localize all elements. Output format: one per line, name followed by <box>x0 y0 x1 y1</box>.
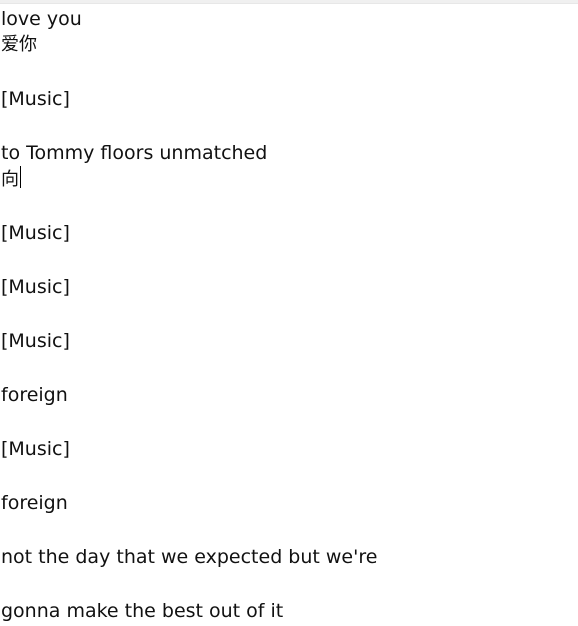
text-line: foreign <box>1 492 68 514</box>
text-line: [Music] <box>1 438 70 460</box>
text-line: [Music] <box>1 330 70 352</box>
text-line: not the day that we expected but we're <box>1 546 378 568</box>
text-line-active[interactable]: 向 <box>1 166 21 192</box>
text-line: 爱你 <box>1 34 37 55</box>
text-line: [Music] <box>1 276 70 298</box>
text-line: [Music] <box>1 88 70 110</box>
text-line: love you <box>1 8 82 30</box>
text-line-content: 向 <box>1 169 19 190</box>
text-cursor <box>20 166 21 188</box>
text-line: foreign <box>1 384 68 406</box>
text-line: to Tommy floors unmatched <box>1 142 268 164</box>
text-line: [Music] <box>1 222 70 244</box>
text-editor-area[interactable]: love you 爱你 [Music] to Tommy floors unma… <box>0 4 578 626</box>
text-line: gonna make the best out of it <box>1 600 284 622</box>
